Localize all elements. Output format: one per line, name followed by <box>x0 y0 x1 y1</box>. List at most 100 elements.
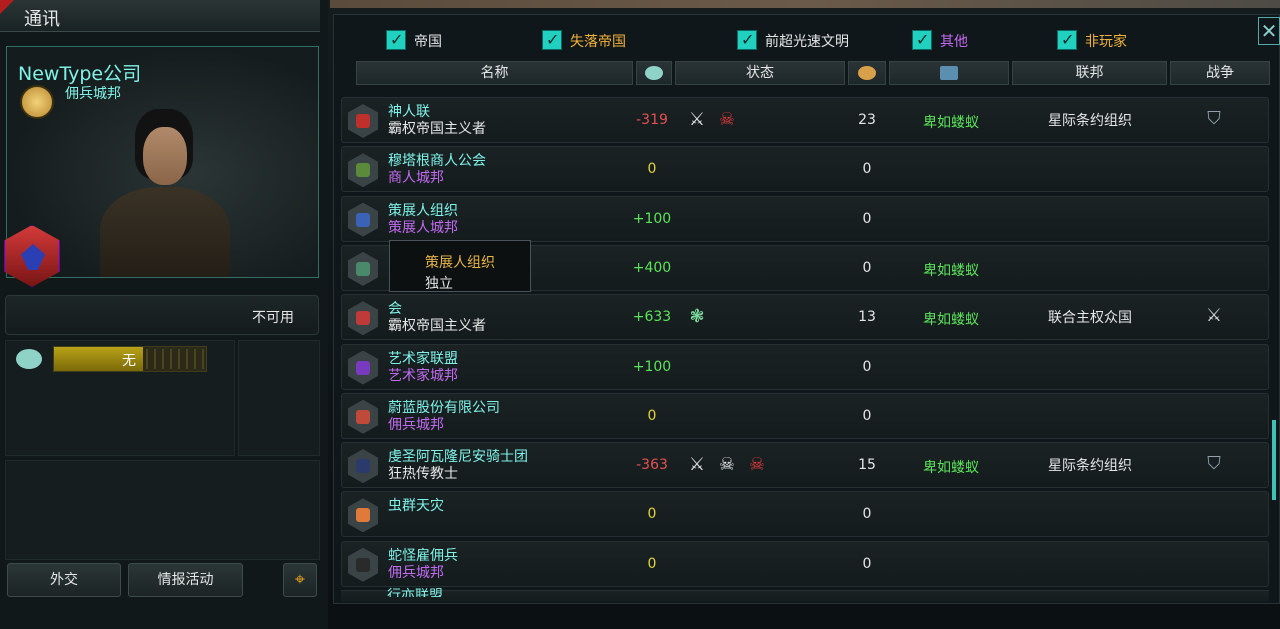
row-name: 虫群天灾 <box>388 498 444 515</box>
row-power: 卑如蝼蚁 <box>923 115 979 131</box>
row-subtitle: 佣兵城邦 <box>388 564 444 581</box>
skull-icon[interactable]: ☠ <box>744 453 770 477</box>
tooltip: 策展人组织 独立 <box>389 240 531 292</box>
table-row[interactable]: 虫群天灾 0 0 <box>341 491 1269 538</box>
col-opinion[interactable] <box>636 61 672 85</box>
scrollbar[interactable] <box>1272 420 1276 500</box>
table-row[interactable]: 穆塔根商人公会 商人城邦 0 0 <box>341 146 1269 193</box>
swords-icon[interactable]: ⚔ <box>1200 305 1228 331</box>
table-row[interactable]: 神人联 霸权帝国主义者 -319 ⚔ ☠ 23 卑如蝼蚁 星际条约组织 ⛉ <box>341 97 1269 143</box>
col-federation[interactable]: 联邦 <box>1012 61 1167 85</box>
intel-button[interactable]: 情报活动 <box>128 563 243 597</box>
row-planets: 0 <box>862 555 872 572</box>
wreath-icon[interactable]: ❃ <box>684 305 710 329</box>
row-planets: 0 <box>862 407 872 424</box>
shield-icon[interactable]: ⛉ <box>1200 108 1228 134</box>
row-planets: 0 <box>862 161 872 178</box>
row-opinion: +100 <box>632 210 672 227</box>
close-icon[interactable]: ✕ <box>1258 17 1280 45</box>
row-opinion: 0 <box>647 161 657 178</box>
availability-text: 不可用 <box>252 310 294 326</box>
contact-panel: 通讯 NewType公司 佣兵城邦 ⚔ ⬡ 不可用 无 <box>0 0 328 629</box>
checkbox-icon[interactable] <box>1057 30 1077 50</box>
row-power: 卑如蝼蚁 <box>923 262 979 279</box>
row-subtitle: 狂热传教士 <box>388 466 458 483</box>
row-opinion: +400 <box>632 259 672 276</box>
opinion-label: 无 <box>122 353 136 369</box>
empire-icon <box>348 547 378 582</box>
table-row[interactable]: 蔚蓝股份有限公司 佣兵城邦 0 0 <box>341 392 1269 439</box>
swords-icon[interactable]: ⚔ <box>684 108 710 132</box>
title-bar: 通讯 <box>0 0 320 32</box>
skull-icon[interactable]: ☠ <box>714 108 740 132</box>
row-status-icons: ⚔ ☠ ☠ <box>684 453 774 477</box>
checkbox-icon[interactable] <box>542 30 562 50</box>
top-strip <box>330 0 1280 8</box>
ethics-icon <box>20 85 54 119</box>
opinion-bar[interactable]: 无 <box>53 346 207 372</box>
window-title: 通讯 <box>24 9 60 30</box>
tooltip-line: 独立 <box>425 276 453 292</box>
skull-icon[interactable]: ☠ <box>714 453 740 477</box>
empire-icon <box>348 202 378 237</box>
table-row[interactable]: 虔圣阿瓦隆尼安骑士团 狂热传教士 -363 ⚔ ☠ ☠ 15 卑如蝼蚁 星际条约组织 ⛉ <box>341 442 1269 489</box>
availability-box: 不可用 <box>5 295 319 335</box>
empire-icon <box>348 449 378 484</box>
table-row[interactable]: 行亦联盟 <box>341 588 1269 602</box>
locate-icon[interactable]: ⌖ <box>283 563 317 597</box>
row-opinion: +633 <box>632 309 672 326</box>
empire-icon <box>348 301 378 336</box>
col-name[interactable]: 名称 <box>356 61 633 85</box>
leader-face <box>143 127 187 185</box>
row-subtitle: 霸权帝国主义者 <box>388 318 486 335</box>
row-federation: 联合主权众国 <box>1048 310 1132 327</box>
checkbox-icon[interactable] <box>737 30 757 50</box>
table-row[interactable]: 会霸权帝国主义者 +633 ❃ 13 卑如蝼蚁 联合主权众国 ⚔ <box>341 294 1269 341</box>
leader-body <box>100 187 230 277</box>
row-opinion: +100 <box>632 358 672 375</box>
empire-type: 佣兵城邦 <box>65 86 121 102</box>
empire-icon <box>348 350 378 385</box>
details-box <box>5 460 320 560</box>
row-power: 卑如蝼蚁 <box>923 460 979 477</box>
opinion-panel: 无 <box>5 340 235 456</box>
corner-marker-icon <box>0 0 14 14</box>
row-federation: 星际条约组织 <box>1048 458 1132 475</box>
planet-icon <box>858 66 876 80</box>
col-status[interactable]: 状态 <box>675 61 845 85</box>
col-power[interactable] <box>889 61 1009 85</box>
opinion-segments <box>146 349 204 369</box>
col-war[interactable]: 战争 <box>1170 61 1270 85</box>
row-subtitle: 商人城邦 <box>388 170 444 187</box>
empire-icon <box>348 399 378 434</box>
col-planets[interactable] <box>848 61 886 85</box>
communications-screen: 通讯 NewType公司 佣兵城邦 ⚔ ⬡ 不可用 无 <box>0 0 1280 629</box>
row-planets: 0 <box>862 358 872 375</box>
opinion-icon <box>645 66 663 80</box>
table-row[interactable]: 策展人组织 策展人城邦 +100 0 <box>341 195 1269 242</box>
row-federation: 星际条约组织 <box>1048 113 1132 129</box>
shield-icon[interactable]: ⛉ <box>1200 453 1228 479</box>
diplomacy-button[interactable]: 外交 <box>7 563 121 597</box>
row-opinion: -363 <box>636 457 668 474</box>
table-row[interactable]: 艺术家联盟 艺术家城邦 +100 0 <box>341 343 1269 390</box>
row-planets: 0 <box>862 210 872 227</box>
row-name: 行亦联盟 <box>387 588 443 597</box>
empire-icon <box>348 153 378 188</box>
row-opinion: -319 <box>636 112 668 128</box>
checkbox-icon[interactable] <box>386 30 406 50</box>
opinion-icon <box>16 349 42 369</box>
table-row[interactable]: 蛇怪雇佣兵 佣兵城邦 0 0 <box>341 540 1269 587</box>
side-info-box <box>238 340 320 456</box>
row-opinion: 0 <box>647 555 657 572</box>
empire-icon <box>348 498 378 533</box>
empire-name: NewType公司 <box>18 63 142 85</box>
empire-icon <box>348 251 378 286</box>
row-opinion: 0 <box>647 407 657 424</box>
swords-icon[interactable]: ⚔ <box>684 453 710 477</box>
row-subtitle: 霸权帝国主义者 <box>388 121 486 137</box>
checkbox-icon[interactable] <box>912 30 932 50</box>
row-opinion: 0 <box>647 506 657 523</box>
power-icon <box>940 66 958 80</box>
leader-figure <box>95 109 235 277</box>
